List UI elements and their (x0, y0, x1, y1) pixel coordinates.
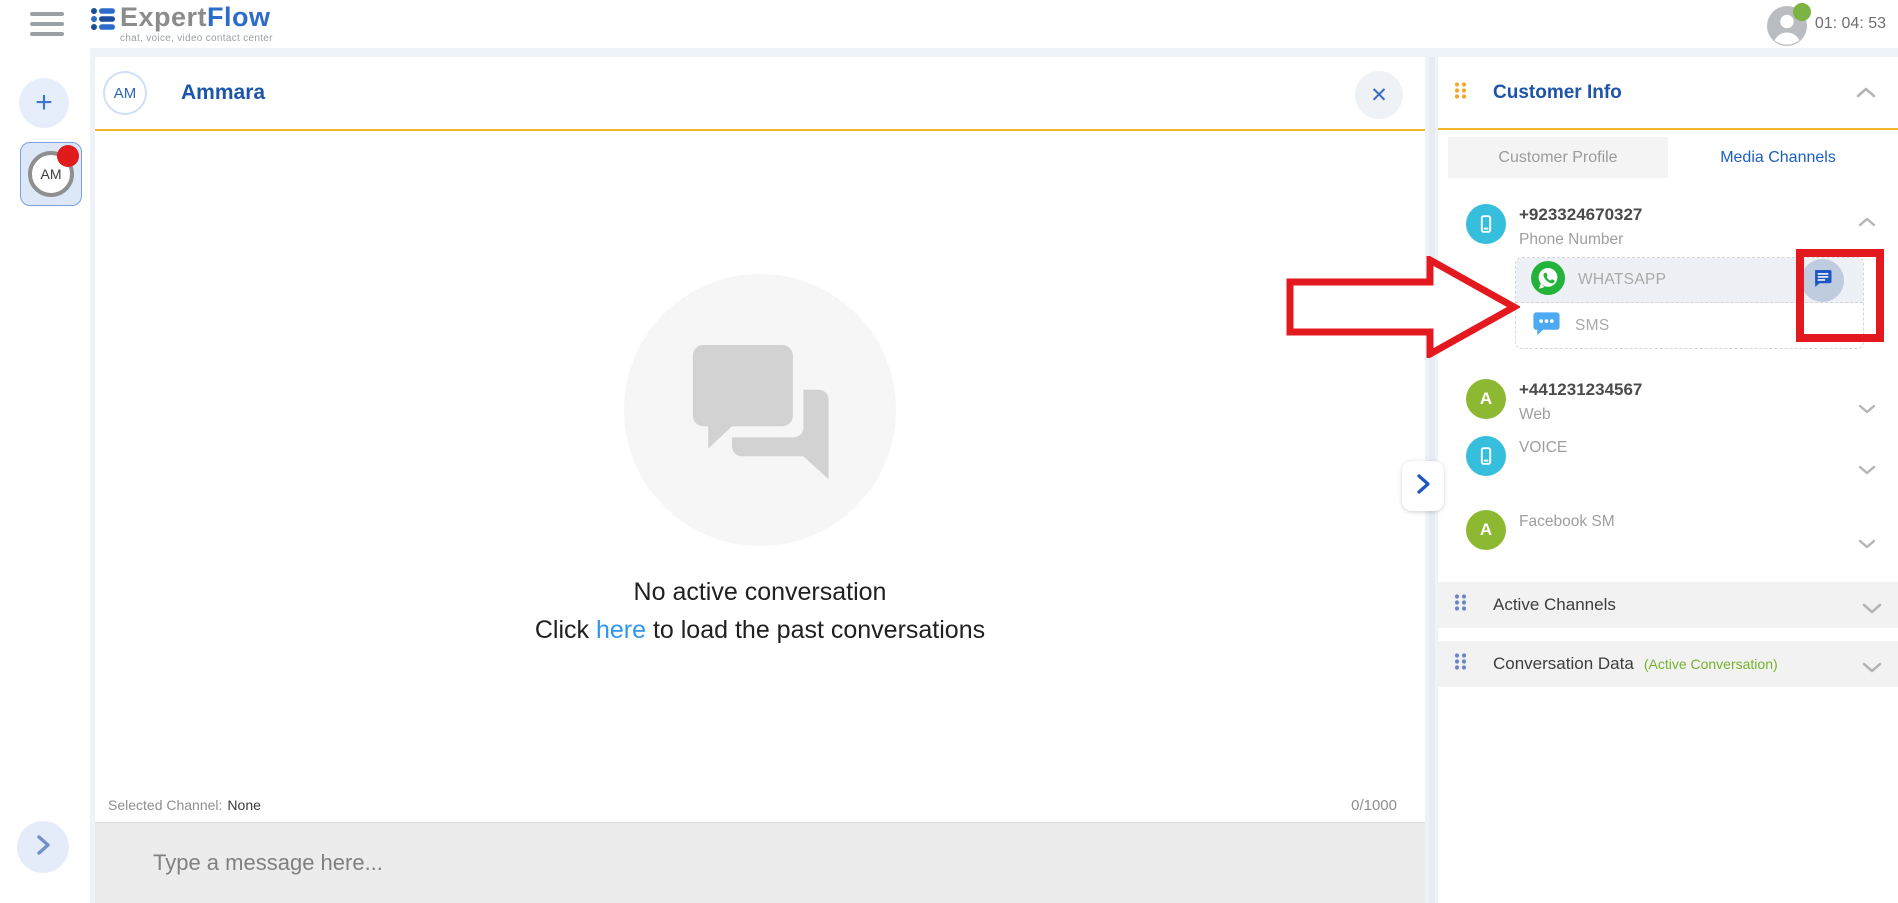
chevron-up-icon[interactable] (1856, 85, 1876, 103)
topbar: ExpertFlow chat, voice, video contact ce… (0, 0, 1898, 48)
chevron-down-icon[interactable] (1862, 660, 1882, 678)
selected-channel-label: Selected Channel: (108, 797, 222, 813)
customer-info-panel: Customer Info Customer Profile Media Cha… (1438, 57, 1898, 903)
phone-icon (1466, 204, 1506, 244)
voice-label: VOICE (1519, 437, 1567, 457)
avatar-letter-icon: A (1466, 510, 1506, 550)
chat-contact-avatar: AM (103, 71, 147, 115)
session-timer: 01: 04: 53 (1815, 15, 1886, 33)
chevron-right-icon (35, 833, 51, 862)
customer-info-title: Customer Info (1493, 82, 1622, 104)
panel-expand-button[interactable] (1402, 461, 1444, 511)
active-conversation-badge: (Active Conversation) (1644, 656, 1778, 672)
forum-chat-icon (676, 324, 844, 497)
empty-state-circle (624, 274, 896, 546)
chevron-up-icon[interactable] (1858, 214, 1876, 232)
channel-option-sms[interactable]: SMS (1516, 303, 1863, 348)
phone-number-type: Phone Number (1519, 231, 1642, 249)
close-conversation-button[interactable]: ✕ (1355, 71, 1403, 119)
web-number-value: +441231234567 (1519, 380, 1642, 400)
conversation-avatar: AM (28, 151, 74, 197)
chat-contact-name: Ammara (181, 81, 265, 105)
avatar-letter-icon: A (1466, 379, 1506, 419)
new-conversation-button[interactable]: + (19, 78, 69, 128)
media-channels-list: +923324670327 Phone Number (1438, 204, 1898, 554)
empty-conversation-state: No active conversation Click here to loa… (95, 274, 1425, 645)
character-counter: 0/1000 (1351, 797, 1397, 814)
app-window: ExpertFlow chat, voice, video contact ce… (0, 0, 1898, 903)
chevron-down-icon[interactable] (1858, 462, 1876, 480)
close-icon: ✕ (1370, 83, 1388, 108)
chat-message-icon (1810, 266, 1835, 296)
section-conversation-data[interactable]: Conversation Data (Active Conversation) (1438, 641, 1898, 687)
brand-logo: ExpertFlow chat, voice, video contact ce… (90, 4, 273, 44)
web-type: Web (1519, 406, 1642, 424)
load-past-conversations-link[interactable]: here (596, 616, 646, 644)
empty-state-title: No active conversation (634, 578, 887, 607)
tab-media-channels[interactable]: Media Channels (1668, 137, 1888, 178)
conversation-rail-item[interactable]: AM (20, 142, 82, 206)
start-chat-button[interactable] (1801, 259, 1844, 302)
channel-option-whatsapp[interactable]: WHATSAPP (1516, 258, 1863, 303)
chat-panel: AM Ammara ✕ No active conversation Click… (95, 57, 1425, 903)
whatsapp-icon (1531, 261, 1565, 300)
plus-icon: + (35, 86, 53, 120)
brand-tagline: chat, voice, video contact center (120, 33, 273, 44)
customer-info-tabs: Customer Profile Media Channels (1448, 137, 1888, 178)
tab-customer-profile[interactable]: Customer Profile (1448, 137, 1668, 178)
phone-icon (1466, 436, 1506, 476)
chat-header: AM Ammara ✕ (95, 57, 1425, 131)
phone-number-value: +923324670327 (1519, 205, 1642, 225)
drag-handle-icon[interactable] (1454, 593, 1467, 617)
chevron-down-icon[interactable] (1862, 601, 1882, 619)
facebook-label: Facebook SM (1519, 511, 1615, 531)
section-title: Active Channels (1493, 595, 1616, 615)
chevron-right-icon (1416, 473, 1431, 500)
customer-info-header: Customer Info (1438, 57, 1898, 130)
rail-expand-button[interactable] (17, 821, 69, 873)
sms-icon (1531, 308, 1562, 344)
section-active-channels[interactable]: Active Channels (1438, 582, 1898, 628)
channel-group-phone[interactable]: +923324670327 Phone Number (1466, 204, 1882, 249)
brand-name: ExpertFlow (120, 4, 273, 31)
chat-meta-row: Selected Channel: None 0/1000 (95, 788, 1425, 822)
conversation-rail: + AM (0, 48, 90, 903)
channel-group-facebook[interactable]: A Facebook SM (1466, 510, 1882, 554)
drag-handle-icon[interactable] (1454, 81, 1467, 105)
section-title: Conversation Data (1493, 654, 1634, 674)
hamburger-menu-icon[interactable] (30, 12, 64, 36)
selected-channel-value: None (227, 797, 260, 813)
channel-group-voice[interactable]: VOICE (1466, 436, 1882, 480)
channel-option-label: SMS (1575, 317, 1610, 335)
channel-group-web[interactable]: A +441231234567 Web (1466, 379, 1882, 424)
agent-avatar[interactable] (1767, 6, 1807, 46)
empty-state-hint: Click here to load the past conversation… (535, 616, 985, 645)
presence-status-dot (1793, 3, 1811, 21)
expertflow-logo-icon (90, 4, 116, 39)
phone-channel-options: WHATSAPP (1515, 257, 1864, 349)
chevron-down-icon[interactable] (1858, 401, 1876, 419)
message-input-bar (95, 822, 1425, 903)
unread-badge (57, 145, 79, 167)
message-input[interactable] (153, 850, 1350, 876)
drag-handle-icon[interactable] (1454, 652, 1467, 676)
channel-option-label: WHATSAPP (1578, 271, 1666, 289)
chevron-down-icon[interactable] (1858, 536, 1876, 554)
user-avatar-icon (1767, 33, 1807, 50)
